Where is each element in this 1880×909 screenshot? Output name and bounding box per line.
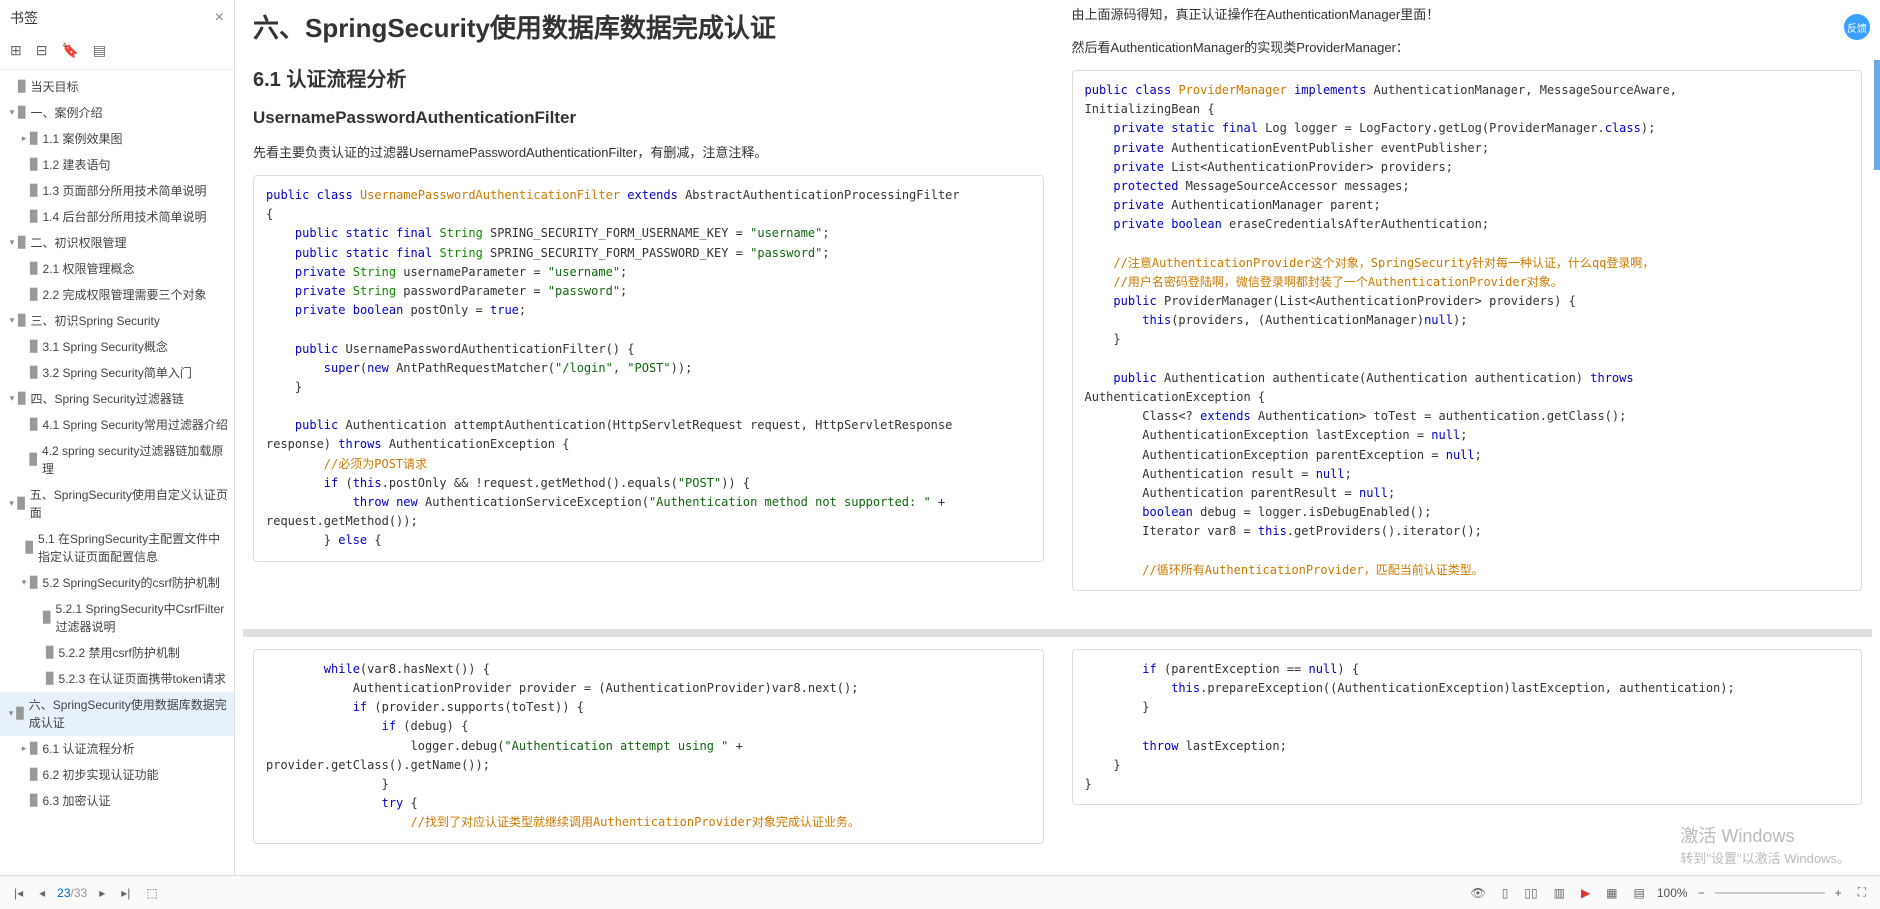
code-block: public class ProviderManager implements …: [1072, 70, 1863, 591]
bookmark-item[interactable]: ▉3.2 Spring Security简单入门: [0, 360, 234, 386]
bookmark-item[interactable]: ▉1.4 后台部分所用技术简单说明: [0, 204, 234, 230]
bookmark-item[interactable]: ▉1.3 页面部分所用技术简单说明: [0, 178, 234, 204]
side-handle[interactable]: [1874, 60, 1880, 170]
bookmark-item[interactable]: ▉1.2 建表语句: [0, 152, 234, 178]
layout-icon[interactable]: ▤: [1630, 884, 1649, 902]
code-block: if (parentException == null) { this.prep…: [1072, 649, 1863, 805]
bookmark-item[interactable]: ▸▉1.1 案例效果图: [0, 126, 234, 152]
bookmark-item[interactable]: ▉4.1 Spring Security常用过滤器介绍: [0, 412, 234, 438]
code-block: while(var8.hasNext()) { AuthenticationPr…: [253, 649, 1044, 844]
page-indicator[interactable]: 23/33: [57, 886, 87, 900]
paragraph: 然后看AuthenticationManager的实现类ProviderMana…: [1072, 37, 1863, 56]
bookmark-item[interactable]: ▾▉五、SpringSecurity使用自定义认证页面: [0, 482, 234, 526]
bookmark-item[interactable]: ▾▉二、初识权限管理: [0, 230, 234, 256]
close-icon[interactable]: ×: [215, 9, 224, 27]
collapse-all-icon[interactable]: ⊟: [36, 42, 48, 59]
grid-icon[interactable]: ▦: [1602, 884, 1621, 902]
bookmark-item[interactable]: ▾▉一、案例介绍: [0, 100, 234, 126]
sidebar-toolbar: ⊞ ⊟ 🔖 ▤: [0, 36, 234, 70]
bookmark-item[interactable]: ▉2.2 完成权限管理需要三个对象: [0, 282, 234, 308]
last-page-button[interactable]: ▸|: [117, 884, 134, 902]
fit-page-button[interactable]: ⬚: [142, 884, 161, 902]
view-facing-icon[interactable]: ▥: [1550, 884, 1569, 902]
page-right-bottom: if (parentException == null) { this.prep…: [1062, 645, 1873, 874]
next-page-button[interactable]: ▸: [95, 884, 109, 902]
sidebar-title: 书签: [10, 8, 38, 28]
expand-all-icon[interactable]: ⊞: [10, 42, 22, 59]
document-view: 六、SpringSecurity使用数据库数据完成认证 6.1 认证流程分析 U…: [235, 0, 1880, 875]
bookmark-item[interactable]: ▉3.1 Spring Security概念: [0, 334, 234, 360]
zoom-out-button[interactable]: −: [1694, 884, 1709, 902]
heading-3: UsernamePasswordAuthenticationFilter: [253, 108, 1044, 128]
zoom-slider[interactable]: [1715, 892, 1825, 894]
bookmark-item[interactable]: ▉6.2 初步实现认证功能: [0, 762, 234, 788]
feedback-bubble[interactable]: 反馈: [1844, 14, 1870, 40]
bookmark-item[interactable]: ▸▉6.1 认证流程分析: [0, 736, 234, 762]
view-continuous-icon[interactable]: ▯▯: [1520, 884, 1541, 902]
bookmark-item[interactable]: ▉5.2.2 禁用csrf防护机制: [0, 640, 234, 666]
bookmark-item[interactable]: ▉当天目标: [0, 74, 234, 100]
heading-2: 6.1 认证流程分析: [253, 63, 1044, 92]
paragraph: 由上面源码得知，真正认证操作在AuthenticationManager里面！: [1072, 4, 1863, 23]
bookmarks-sidebar: 书签 × ⊞ ⊟ 🔖 ▤ ▉当天目标▾▉一、案例介绍▸▉1.1 案例效果图▉1.…: [0, 0, 235, 875]
heading-1: 六、SpringSecurity使用数据库数据完成认证: [253, 8, 1044, 45]
bookmark-item[interactable]: ▾▉四、Spring Security过滤器链: [0, 386, 234, 412]
page-left-bottom: while(var8.hasNext()) { AuthenticationPr…: [243, 645, 1054, 874]
bookmark-item[interactable]: ▾▉三、初识Spring Security: [0, 308, 234, 334]
fullscreen-icon[interactable]: ⛶: [1854, 883, 1870, 902]
page-left-top: 六、SpringSecurity使用数据库数据完成认证 6.1 认证流程分析 U…: [243, 0, 1054, 621]
bookmark-tree: ▉当天目标▾▉一、案例介绍▸▉1.1 案例效果图▉1.2 建表语句▉1.3 页面…: [0, 70, 234, 875]
status-bar: |◂ ◂ 23/33 ▸ ▸| ⬚ 👁 ▯ ▯▯ ▥ ▶ ▦ ▤ 100% − …: [0, 875, 1880, 909]
view-single-icon[interactable]: ▯: [1498, 884, 1513, 902]
bookmark-item[interactable]: ▉5.2.3 在认证页面携带token请求: [0, 666, 234, 692]
slideshow-icon[interactable]: ▶: [1577, 884, 1594, 902]
bookmark-item[interactable]: ▉5.1 在SpringSecurity主配置文件中指定认证页面配置信息: [0, 526, 234, 570]
bookmark-item[interactable]: ▉6.3 加密认证: [0, 788, 234, 814]
bookmark-item[interactable]: ▉2.1 权限管理概念: [0, 256, 234, 282]
zoom-label: 100%: [1657, 886, 1688, 900]
bookmark-item[interactable]: ▾▉5.2 SpringSecurity的csrf防护机制: [0, 570, 234, 596]
bookmark-item[interactable]: ▾▉六、SpringSecurity使用数据库数据完成认证: [0, 692, 234, 736]
page-right-top: 由上面源码得知，真正认证操作在AuthenticationManager里面！ …: [1062, 0, 1873, 621]
bookmark-alt-icon[interactable]: ▤: [93, 42, 106, 59]
prev-page-button[interactable]: ◂: [35, 884, 49, 902]
page-divider: [243, 629, 1872, 637]
bookmark-item[interactable]: ▉4.2 spring security过滤器链加载原理: [0, 438, 234, 482]
paragraph: 先看主要负责认证的过滤器UsernamePasswordAuthenticati…: [253, 142, 1044, 161]
bookmark-item[interactable]: ▉5.2.1 SpringSecurity中CsrfFilter过滤器说明: [0, 596, 234, 640]
code-block: public class UsernamePasswordAuthenticat…: [253, 175, 1044, 562]
eye-icon[interactable]: 👁: [1467, 884, 1490, 902]
zoom-in-button[interactable]: +: [1831, 884, 1846, 902]
bookmark-icon[interactable]: 🔖: [61, 42, 78, 59]
first-page-button[interactable]: |◂: [10, 884, 27, 902]
